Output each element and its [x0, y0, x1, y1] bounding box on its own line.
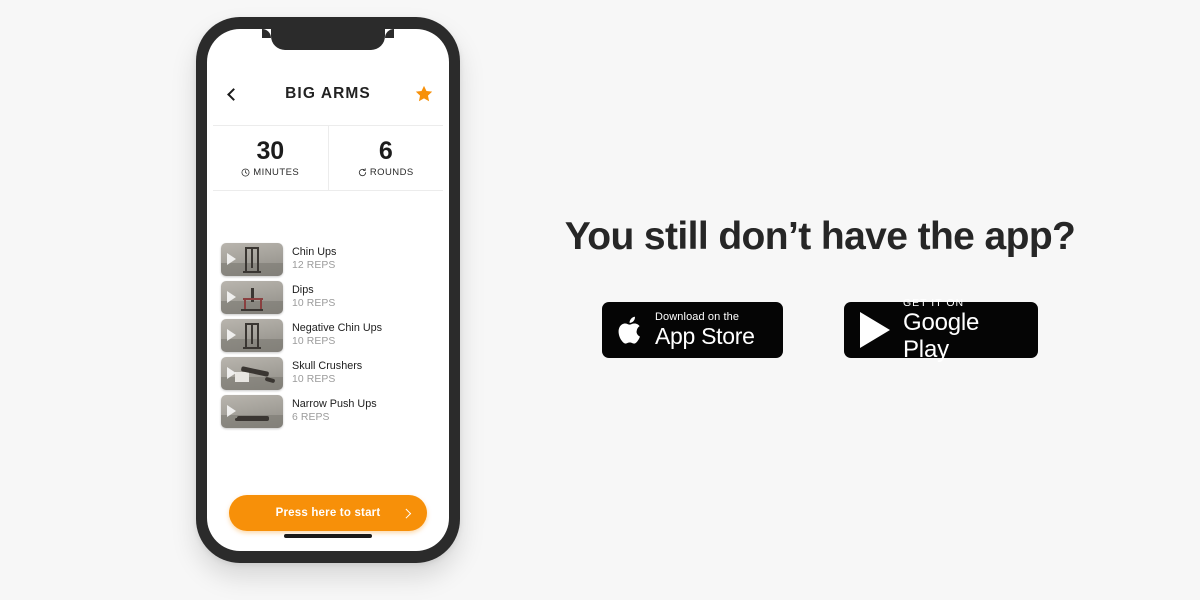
start-workout-button[interactable]: Press here to start [229, 495, 427, 531]
promo-section: You still don’t have the app? Download o… [520, 215, 1120, 362]
favorite-button[interactable] [411, 81, 437, 107]
figure-part [241, 308, 263, 311]
exercise-name: Skull Crushers [292, 359, 363, 372]
google-play-badge-small-text: GET IT ON [903, 297, 965, 310]
exercise-thumbnail[interactable] [221, 394, 283, 428]
phone-notch [262, 29, 394, 50]
home-indicator [284, 534, 372, 538]
figure-part [235, 371, 249, 382]
exercise-row[interactable]: Chin Ups 12 REPS [221, 240, 435, 278]
stat-value: 30 [256, 136, 285, 165]
exercise-name: Chin Ups [292, 245, 337, 258]
figure-part [237, 415, 269, 421]
exercise-row[interactable]: Negative Chin Ups 10 REPS [221, 316, 435, 354]
exercise-reps: 10 REPS [292, 297, 336, 309]
figure-part [251, 323, 253, 344]
exercise-reps: 10 REPS [292, 373, 336, 385]
apple-logo-icon [618, 316, 640, 344]
figure-part [245, 322, 247, 348]
chevron-right-icon [401, 508, 411, 518]
app-header: BIG ARMS [207, 73, 449, 115]
page-title: BIG ARMS [285, 85, 371, 102]
chevron-left-icon [227, 87, 240, 101]
figure-part [243, 346, 261, 349]
figure-part [251, 247, 253, 268]
exercise-row[interactable]: Dips 10 REPS [221, 278, 435, 316]
exercise-reps: 10 REPS [292, 335, 336, 347]
play-icon [227, 329, 236, 341]
play-icon [227, 367, 236, 379]
stat-label: ROUNDS [369, 167, 414, 179]
exercise-reps: 6 REPS [292, 411, 330, 423]
refresh-icon [358, 168, 366, 177]
store-badges: Download on the App Store GET IT ON Goog… [520, 297, 1120, 362]
exercise-name: Negative Chin Ups [292, 321, 383, 334]
start-button-label: Press here to start [275, 507, 381, 519]
figure-part [257, 322, 259, 348]
promo-banner: BIG ARMS 30 MINUTES 6 ROUNDS Chin Ups 12… [0, 0, 1200, 600]
promo-headline: You still don’t have the app? [564, 215, 1076, 258]
figure-part [257, 246, 259, 272]
figure-part [245, 246, 247, 272]
back-button[interactable] [219, 81, 245, 107]
play-icon [227, 291, 236, 303]
exercise-thumbnail[interactable] [221, 280, 283, 314]
figure-part [243, 270, 261, 273]
play-icon [227, 253, 236, 265]
exercise-list: Chin Ups 12 REPS Dips 10 REPS Negative C… [207, 240, 449, 430]
phone-mockup: BIG ARMS 30 MINUTES 6 ROUNDS Chin Ups 12… [196, 17, 460, 563]
exercise-reps: 12 REPS [292, 259, 336, 271]
app-store-badge-small-text: Download on the [655, 310, 740, 323]
google-play-badge[interactable]: GET IT ON Google Play [844, 297, 1038, 362]
google-play-badge-title: Google Play [903, 309, 980, 363]
phone-screen: BIG ARMS 30 MINUTES 6 ROUNDS Chin Ups 12… [207, 29, 449, 551]
workout-stats: 30 MINUTES 6 ROUNDS [213, 125, 443, 191]
exercise-thumbnail[interactable] [221, 242, 283, 276]
exercise-row[interactable]: Narrow Push Ups 6 REPS [221, 392, 435, 430]
app-store-badge[interactable]: Download on the App Store [602, 302, 783, 358]
stat-rounds: 6 ROUNDS [329, 126, 444, 190]
exercise-row[interactable]: Skull Crushers 10 REPS [221, 354, 435, 392]
exercise-thumbnail[interactable] [221, 318, 283, 352]
play-icon [227, 405, 236, 417]
stat-minutes: 30 MINUTES [213, 126, 329, 190]
google-play-triangle-icon [860, 312, 890, 348]
exercise-name: Narrow Push Ups [292, 397, 377, 410]
stat-label: MINUTES [253, 167, 300, 179]
figure-part [235, 417, 241, 421]
app-store-badge-title: App Store [655, 323, 755, 350]
stat-value: 6 [378, 136, 393, 165]
exercise-name: Dips [292, 283, 314, 296]
clock-icon [241, 168, 250, 177]
star-icon [415, 85, 433, 102]
exercise-thumbnail[interactable] [221, 356, 283, 390]
